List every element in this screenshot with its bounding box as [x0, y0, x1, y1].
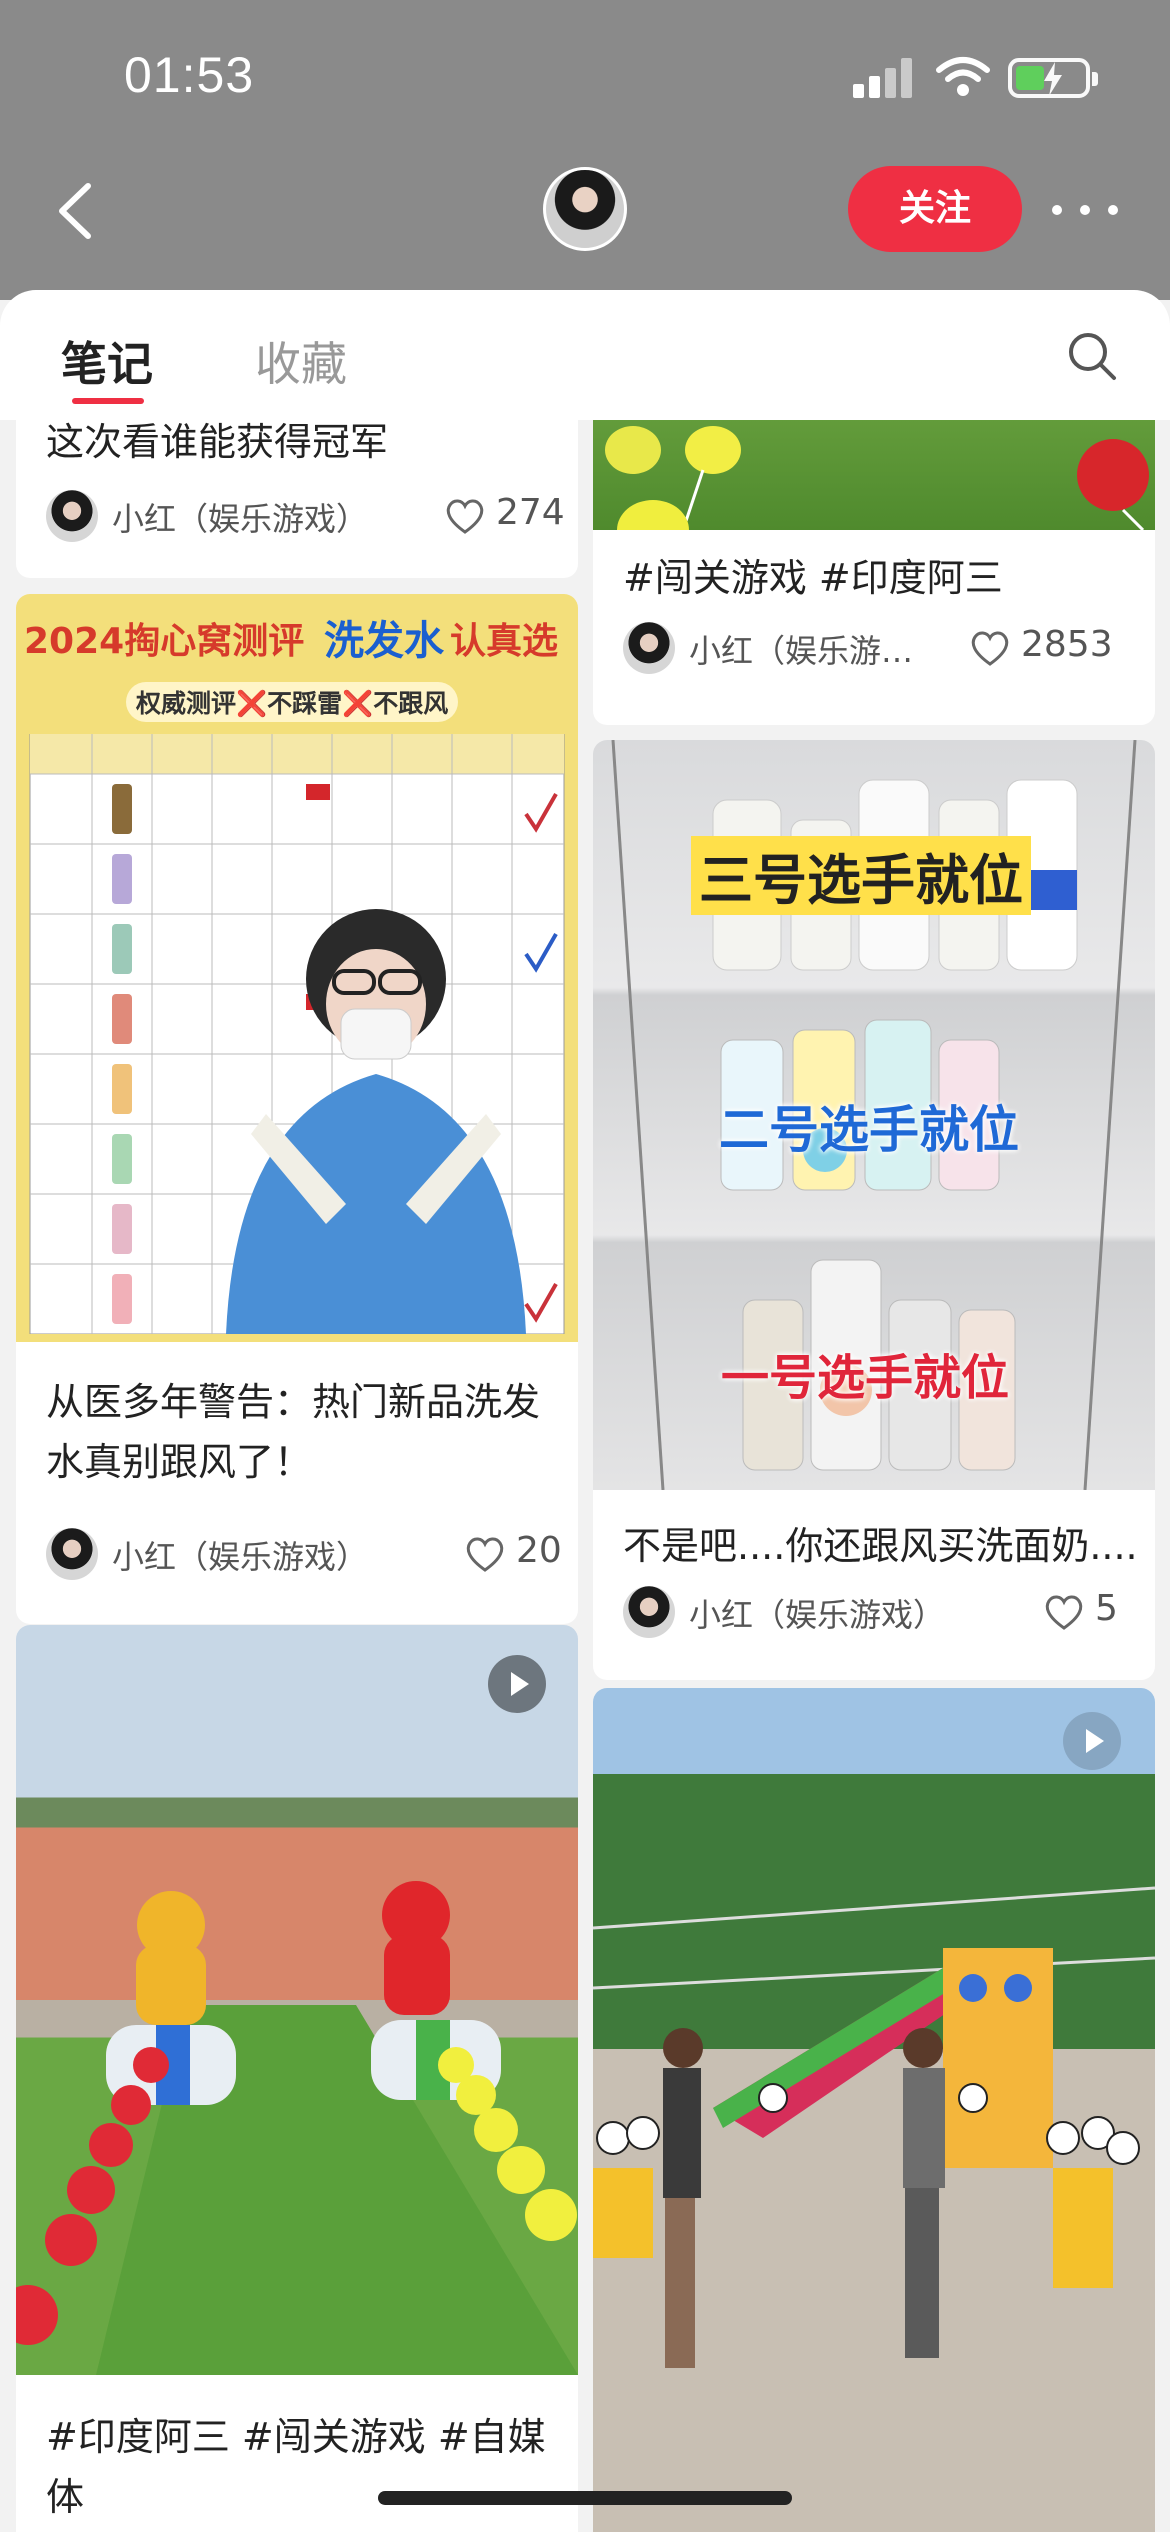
- author-avatar: [46, 1528, 98, 1580]
- note-card[interactable]: #印度阿三 #闯关游戏 #自媒体: [16, 1625, 578, 2532]
- cover-subline: 权威测评❌不踩雷❌不跟风: [126, 682, 459, 722]
- cover-line-2: 二号选手就位: [719, 1101, 1019, 1159]
- author-avatar: [623, 622, 675, 674]
- cover-headline-b: 洗发水: [324, 618, 444, 664]
- note-meta: 小红（娱乐游戏） 274: [46, 488, 566, 544]
- status-time: 01:53: [124, 47, 255, 103]
- like-count: 20: [516, 1530, 562, 1571]
- author-name: 小红（娱乐游戏）: [112, 500, 369, 538]
- bears-race-graphic: [16, 1881, 578, 2375]
- note-card[interactable]: 三号选手就位 二号选手就位 一号选手就位 不是吧....你还跟风买洗面奶....…: [593, 740, 1155, 1680]
- note-cover-image: 2024掏心窝测评 洗发水 认真选 权威测评❌不踩雷❌不跟风: [16, 594, 578, 1342]
- note-card[interactable]: #闯关游戏 #印度阿三 小红（娱乐游戏） 2853: [593, 420, 1155, 725]
- author-avatar: [623, 1586, 675, 1638]
- note-cover-image: [593, 420, 1155, 560]
- heart-icon[interactable]: [444, 496, 486, 536]
- heart-icon[interactable]: [464, 1534, 506, 1574]
- note-title: 从医多年警告：热门新品洗发水真别跟风了！: [46, 1380, 541, 1484]
- heart-icon[interactable]: [1043, 1592, 1085, 1632]
- tab-collections[interactable]: 收藏: [255, 328, 347, 394]
- tab-bar: 笔记 收藏: [0, 290, 1170, 420]
- note-card[interactable]: 这次看谁能获得冠军 小红（娱乐游戏） 274: [16, 420, 578, 578]
- more-options-icon[interactable]: [1052, 196, 1118, 222]
- author-name: 小红（娱乐游戏）: [689, 1596, 946, 1634]
- note-title: 不是吧....你还跟风买洗面奶....: [623, 1524, 1138, 1568]
- note-cover-image: [593, 1688, 1155, 2532]
- cover-line-3: 三号选手就位: [691, 836, 1031, 915]
- battery-icon: [1008, 58, 1098, 98]
- note-title: #印度阿三 #闯关游戏 #自媒体: [46, 2415, 546, 2519]
- signal-icon: [853, 58, 915, 98]
- like-count: 274: [496, 492, 565, 533]
- profile-header: 01:53 关注: [0, 0, 1170, 300]
- wifi-icon: [936, 57, 990, 96]
- comparison-table-graphic: [29, 734, 565, 1334]
- active-tab-indicator: [72, 398, 144, 404]
- author-avatar: [46, 490, 98, 542]
- beach-game-graphic: [593, 1886, 1155, 2368]
- author-name: 小红（娱乐游戏）: [112, 1538, 369, 1576]
- cover-line-1: 一号选手就位: [721, 1350, 1010, 1406]
- note-meta: 小红（娱乐游戏） 20: [46, 1526, 566, 1582]
- follow-button[interactable]: 关注: [848, 166, 1022, 252]
- note-card[interactable]: 2024掏心窝测评 洗发水 认真选 权威测评❌不踩雷❌不跟风 从医多年警告：热门…: [16, 594, 578, 1624]
- like-count: 2853: [1021, 624, 1113, 665]
- back-arrow-icon[interactable]: [50, 178, 100, 244]
- heart-icon[interactable]: [969, 628, 1011, 668]
- search-icon[interactable]: [1066, 330, 1118, 382]
- author-name: 小红（娱乐游戏）: [689, 632, 929, 670]
- video-play-icon: [1063, 1712, 1121, 1770]
- note-card[interactable]: [593, 1688, 1155, 2532]
- profile-avatar[interactable]: [543, 167, 627, 251]
- note-meta: 小红（娱乐游戏） 2853: [623, 620, 1143, 676]
- note-title: #闯关游戏 #印度阿三: [623, 556, 1003, 600]
- note-cover-image: [16, 1625, 578, 2375]
- notes-feed: 这次看谁能获得冠军 小红（娱乐游戏） 274 #闯关游戏 #印度阿三 小红（娱乐…: [0, 420, 1170, 2532]
- balloons-graphic: [605, 426, 1149, 560]
- note-cover-image: 三号选手就位 二号选手就位 一号选手就位: [593, 740, 1155, 1490]
- like-count: 5: [1095, 1588, 1118, 1629]
- note-meta: 小红（娱乐游戏） 5: [623, 1584, 1143, 1640]
- cover-headline-c: 认真选: [450, 621, 559, 662]
- home-indicator: [378, 2491, 792, 2505]
- tab-notes[interactable]: 笔记: [61, 328, 153, 394]
- cover-headline-a: 2024掏心窝测评: [24, 621, 305, 662]
- video-play-icon: [488, 1655, 546, 1713]
- note-title: 这次看谁能获得冠军: [46, 420, 389, 464]
